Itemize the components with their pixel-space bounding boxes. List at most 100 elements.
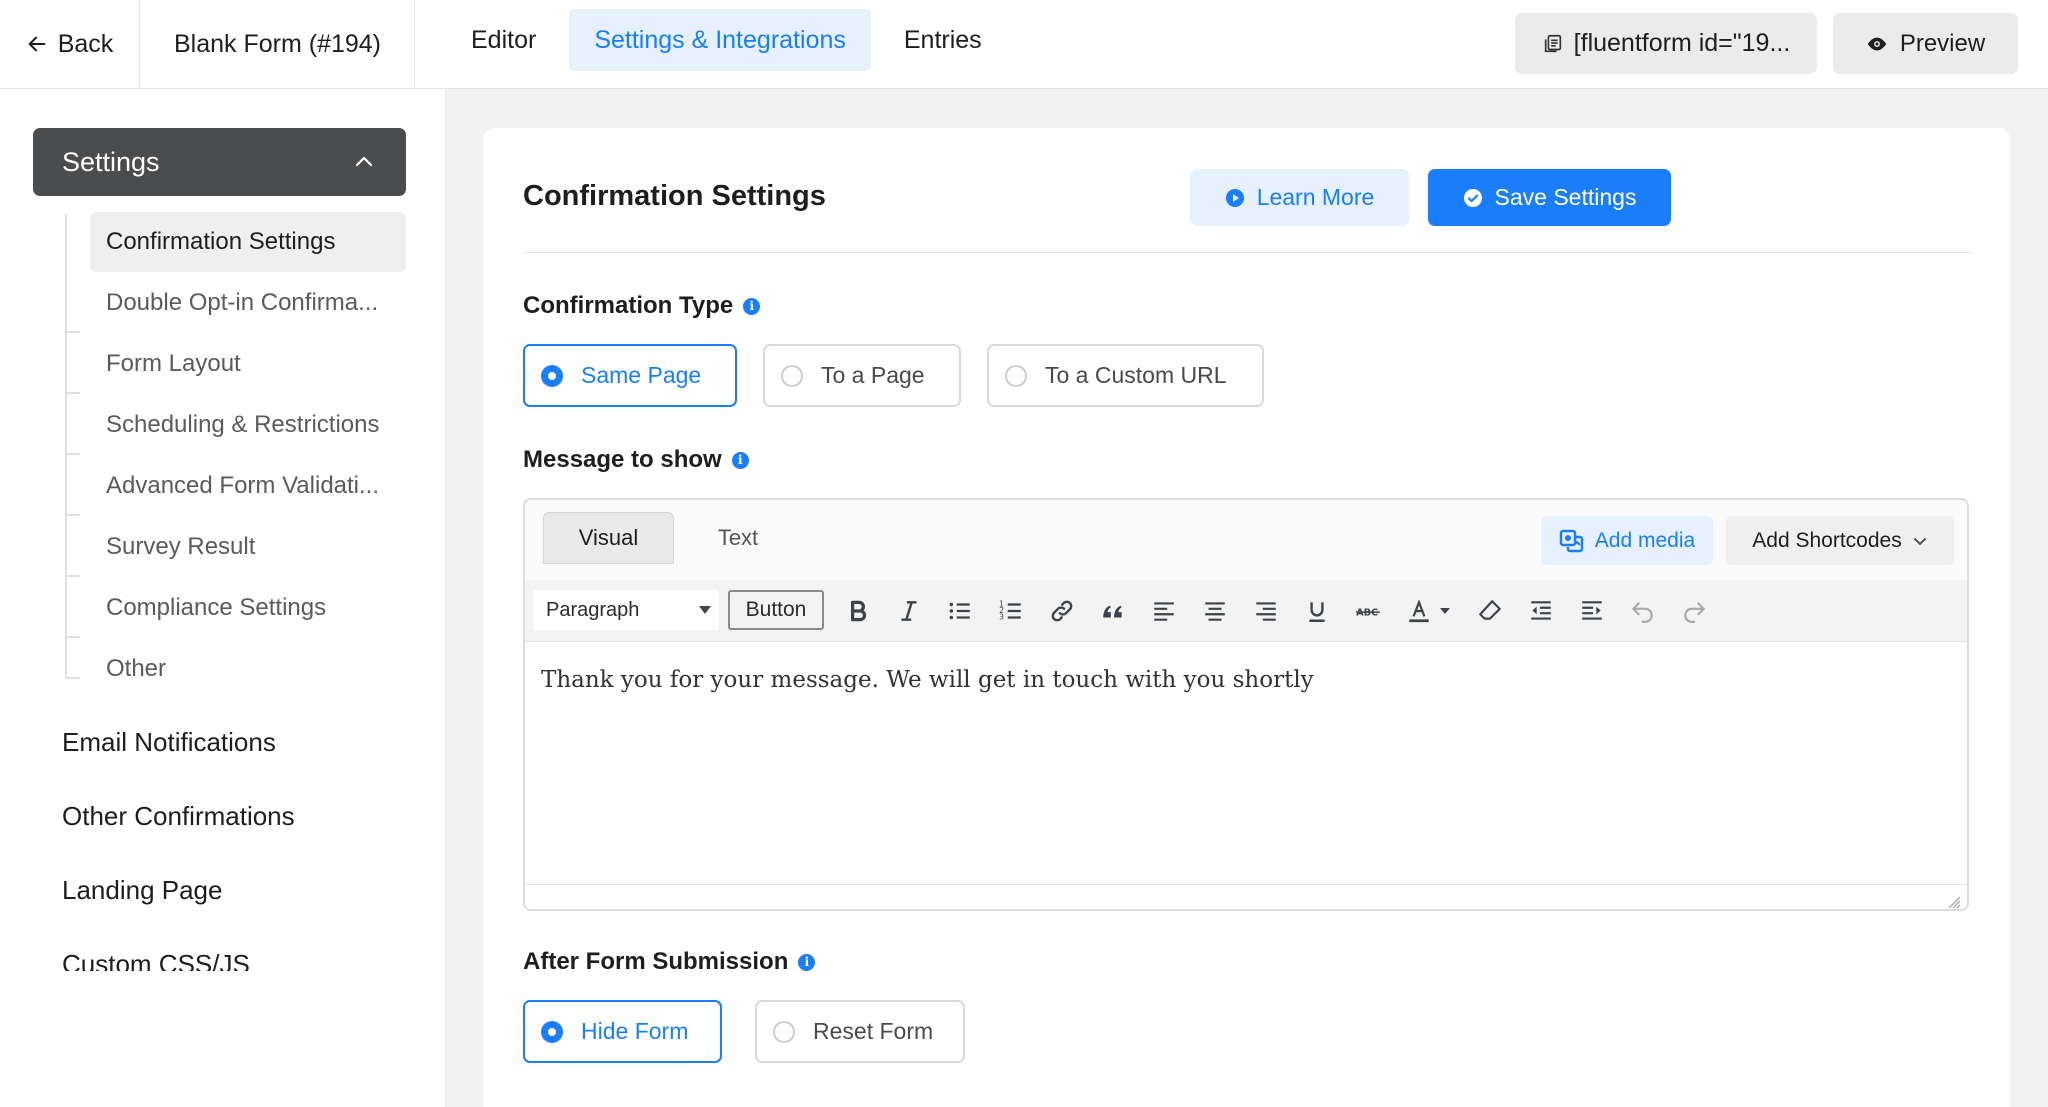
sidebar-item-custom-css-js[interactable]: Custom CSS/JS bbox=[62, 949, 250, 971]
settings-group-label: Settings bbox=[62, 146, 160, 177]
back-button[interactable]: Back bbox=[0, 0, 140, 88]
tree-tick bbox=[66, 331, 80, 333]
learn-more-button[interactable]: Learn More bbox=[1190, 169, 1409, 226]
learn-more-label: Learn More bbox=[1256, 184, 1375, 210]
tree-tick bbox=[66, 677, 80, 679]
tab-visual[interactable]: Visual bbox=[543, 512, 674, 564]
info-icon[interactable]: i bbox=[798, 953, 816, 971]
radio-hide-form[interactable]: Hide Form bbox=[523, 1000, 722, 1063]
outdent-icon[interactable] bbox=[1524, 594, 1558, 628]
after-submission-text: After Form Submission bbox=[523, 948, 789, 975]
after-submission-label: After Form Submission i bbox=[523, 948, 816, 976]
tree-tick bbox=[66, 392, 80, 394]
media-icon bbox=[1559, 529, 1583, 552]
undo-icon[interactable] bbox=[1626, 594, 1660, 628]
tab-editor[interactable]: Editor bbox=[446, 9, 561, 71]
chevron-up-icon bbox=[355, 156, 373, 167]
editor-content[interactable]: Thank you for your message. We will get … bbox=[525, 642, 1967, 884]
confirmation-type-text: Confirmation Type bbox=[523, 292, 734, 319]
underline-icon[interactable] bbox=[1300, 594, 1334, 628]
strikethrough-icon[interactable]: ABC bbox=[1351, 594, 1385, 628]
top-tabs: Editor Settings & Integrations Entries bbox=[446, 9, 1007, 71]
tab-text[interactable]: Text bbox=[688, 512, 788, 564]
tree-tick bbox=[66, 636, 80, 638]
align-right-icon[interactable] bbox=[1249, 594, 1283, 628]
radio-label: Same Page bbox=[581, 362, 702, 388]
clear-formatting-icon[interactable] bbox=[1473, 594, 1507, 628]
shortcode-text: [fluentform id="19... bbox=[1573, 29, 1791, 57]
preview-label: Preview bbox=[1899, 29, 1986, 57]
tab-entries[interactable]: Entries bbox=[879, 9, 1007, 71]
blockquote-icon[interactable] bbox=[1096, 594, 1130, 628]
tree-tick bbox=[66, 575, 80, 577]
tree-tick bbox=[66, 453, 80, 455]
preview-button[interactable]: Preview bbox=[1833, 13, 2018, 74]
add-shortcodes-dropdown[interactable]: Add Shortcodes bbox=[1726, 516, 1954, 565]
sidebar-item-email-notifications[interactable]: Email Notifications bbox=[62, 727, 276, 758]
sidebar-item-form-layout[interactable]: Form Layout bbox=[90, 334, 406, 394]
radio-indicator bbox=[541, 364, 563, 387]
save-settings-button[interactable]: Save Settings bbox=[1428, 169, 1671, 226]
numbered-list-icon[interactable]: 123 bbox=[994, 594, 1028, 628]
format-select[interactable]: Paragraph bbox=[533, 590, 719, 630]
message-label: Message to show i bbox=[523, 446, 749, 474]
radio-label: To a Custom URL bbox=[1045, 362, 1227, 388]
check-circle-icon bbox=[1463, 188, 1482, 207]
radio-label: Hide Form bbox=[581, 1018, 689, 1044]
text-color-icon[interactable] bbox=[1402, 594, 1436, 628]
editor-toolbar: Paragraph Button 123 bbox=[525, 580, 1967, 642]
format-value: Paragraph bbox=[546, 598, 640, 621]
settings-sidebar: Settings Confirmation Settings Double Op… bbox=[0, 89, 446, 1107]
align-left-icon[interactable] bbox=[1147, 594, 1181, 628]
italic-icon[interactable] bbox=[892, 594, 926, 628]
tab-settings-integrations[interactable]: Settings & Integrations bbox=[569, 9, 871, 71]
indent-icon[interactable] bbox=[1575, 594, 1609, 628]
align-center-icon[interactable] bbox=[1198, 594, 1232, 628]
chevron-down-icon bbox=[1913, 537, 1926, 545]
copy-shortcode-button[interactable]: [fluentform id="19... bbox=[1515, 13, 1817, 74]
message-editor: Visual Text Add media Add Shortcodes Par… bbox=[523, 498, 1969, 911]
confirmation-settings-card: Confirmation Settings Learn More Save Se… bbox=[483, 128, 2010, 1107]
svg-text:3: 3 bbox=[999, 613, 1004, 622]
eye-icon bbox=[1867, 37, 1886, 50]
link-icon[interactable] bbox=[1045, 594, 1079, 628]
radio-same-page[interactable]: Same Page bbox=[523, 344, 737, 407]
bold-icon[interactable] bbox=[841, 594, 875, 628]
radio-reset-form[interactable]: Reset Form bbox=[755, 1000, 965, 1063]
sidebar-item-compliance[interactable]: Compliance Settings bbox=[90, 578, 406, 638]
info-icon[interactable]: i bbox=[731, 451, 749, 469]
editor-header: Visual Text Add media Add Shortcodes bbox=[525, 500, 1967, 580]
confirmation-type-label: Confirmation Type i bbox=[523, 292, 761, 320]
message-label-text: Message to show bbox=[523, 446, 722, 473]
message-text: Thank you for your message. We will get … bbox=[541, 667, 1314, 693]
resize-handle-icon[interactable] bbox=[1947, 895, 1961, 909]
sidebar-item-other[interactable]: Other bbox=[90, 639, 406, 699]
sidebar-item-survey-result[interactable]: Survey Result bbox=[90, 517, 406, 577]
arrow-left-icon bbox=[28, 36, 46, 52]
radio-indicator bbox=[781, 364, 803, 387]
insert-button-button[interactable]: Button bbox=[728, 590, 824, 630]
sidebar-item-other-confirmations[interactable]: Other Confirmations bbox=[62, 801, 295, 832]
add-shortcodes-label: Add Shortcodes bbox=[1752, 528, 1902, 552]
sidebar-item-advanced-validation[interactable]: Advanced Form Validati... bbox=[90, 456, 406, 516]
sidebar-tree-line bbox=[65, 214, 67, 678]
radio-indicator bbox=[1005, 364, 1027, 387]
tree-tick bbox=[66, 514, 80, 516]
back-label: Back bbox=[57, 29, 114, 58]
radio-label: Reset Form bbox=[813, 1018, 934, 1044]
radio-to-a-page[interactable]: To a Page bbox=[763, 344, 961, 407]
play-circle-icon bbox=[1225, 188, 1244, 207]
sidebar-item-landing-page[interactable]: Landing Page bbox=[62, 875, 222, 906]
radio-custom-url[interactable]: To a Custom URL bbox=[987, 344, 1264, 407]
text-color-dropdown-icon[interactable] bbox=[1435, 594, 1455, 628]
info-icon[interactable]: i bbox=[743, 297, 761, 315]
bullet-list-icon[interactable] bbox=[943, 594, 977, 628]
settings-group-header[interactable]: Settings bbox=[33, 128, 406, 196]
redo-icon[interactable] bbox=[1677, 594, 1711, 628]
sidebar-item-confirmation-settings[interactable]: Confirmation Settings bbox=[90, 212, 406, 272]
sidebar-item-double-opt-in[interactable]: Double Opt-in Confirma... bbox=[90, 273, 406, 333]
sidebar-item-scheduling[interactable]: Scheduling & Restrictions bbox=[90, 395, 406, 455]
add-media-button[interactable]: Add media bbox=[1541, 516, 1713, 565]
form-name: Blank Form (#194) bbox=[141, 0, 415, 88]
radio-indicator bbox=[541, 1020, 563, 1043]
